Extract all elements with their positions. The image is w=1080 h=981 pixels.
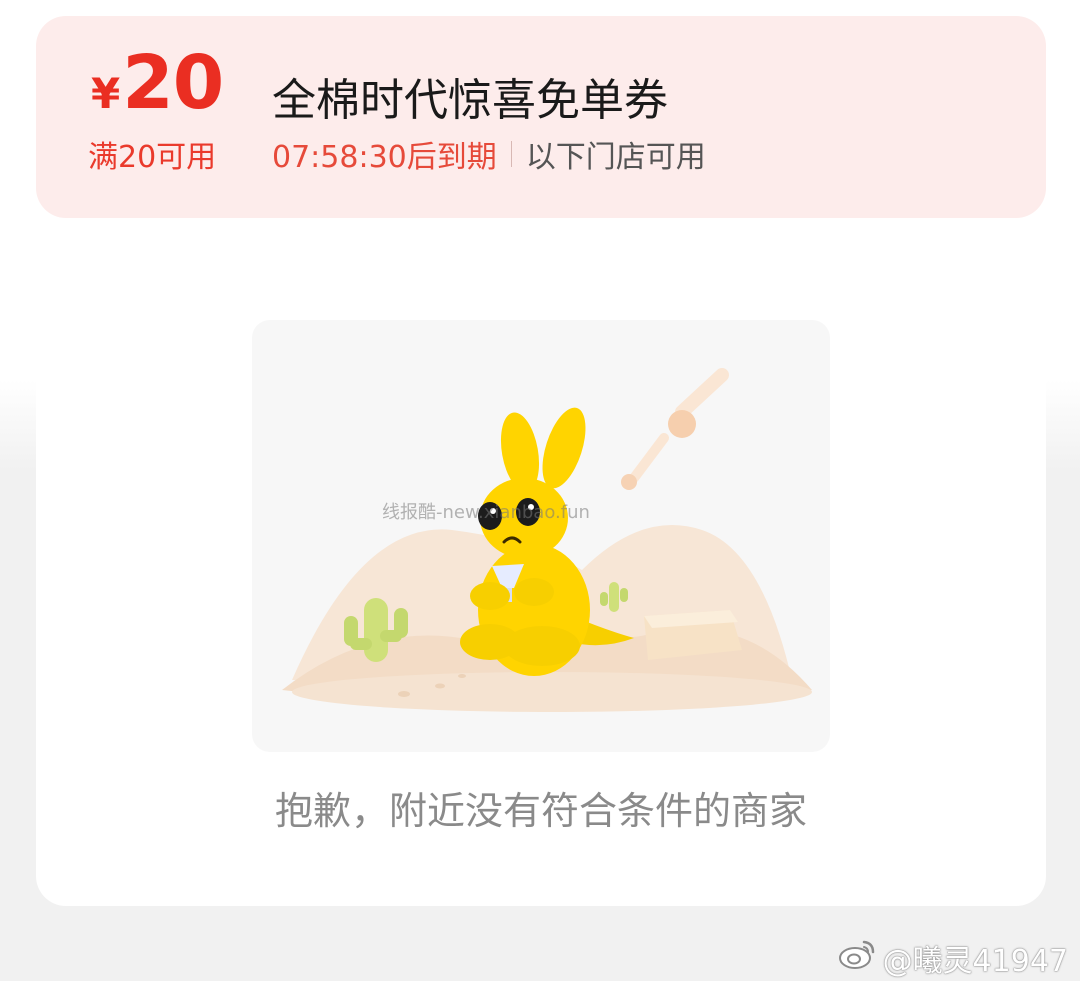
- kangaroo-desert-icon: 线报酷-new.xianbao.fun: [252, 320, 830, 752]
- coupon-title: 全棉时代惊喜免单券: [272, 75, 668, 126]
- currency-symbol: ¥: [91, 69, 121, 118]
- watermark-text: 线报酷-new.xianbao.fun: [382, 502, 590, 523]
- weibo-handle: @曦灵41947: [882, 944, 1068, 979]
- empty-state-message: 抱歉，附近没有符合条件的商家: [274, 789, 807, 833]
- coupon-expiry-countdown: 07:58:30后到期: [272, 140, 497, 175]
- available-stores-link[interactable]: 以下门店可用: [526, 132, 706, 176]
- coupon-price: ¥20: [91, 46, 224, 120]
- meta-divider: [510, 141, 512, 167]
- weibo-icon: [837, 937, 877, 979]
- coupon-threshold: 满20可用: [88, 140, 217, 175]
- coupon-meta: 07:58:30后到期 以下门店可用: [272, 132, 706, 176]
- empty-state-card: 线报酷-new.xianbao.fun 抱歉，附近没有符合条件的商家: [36, 230, 1046, 906]
- coupon-card[interactable]: ¥20 满20可用 全棉时代惊喜免单券 07:58:30后到期 以下门店可用: [36, 16, 1046, 218]
- weibo-credit: @曦灵41947: [837, 936, 1068, 980]
- coupon-amount: 20: [122, 40, 224, 126]
